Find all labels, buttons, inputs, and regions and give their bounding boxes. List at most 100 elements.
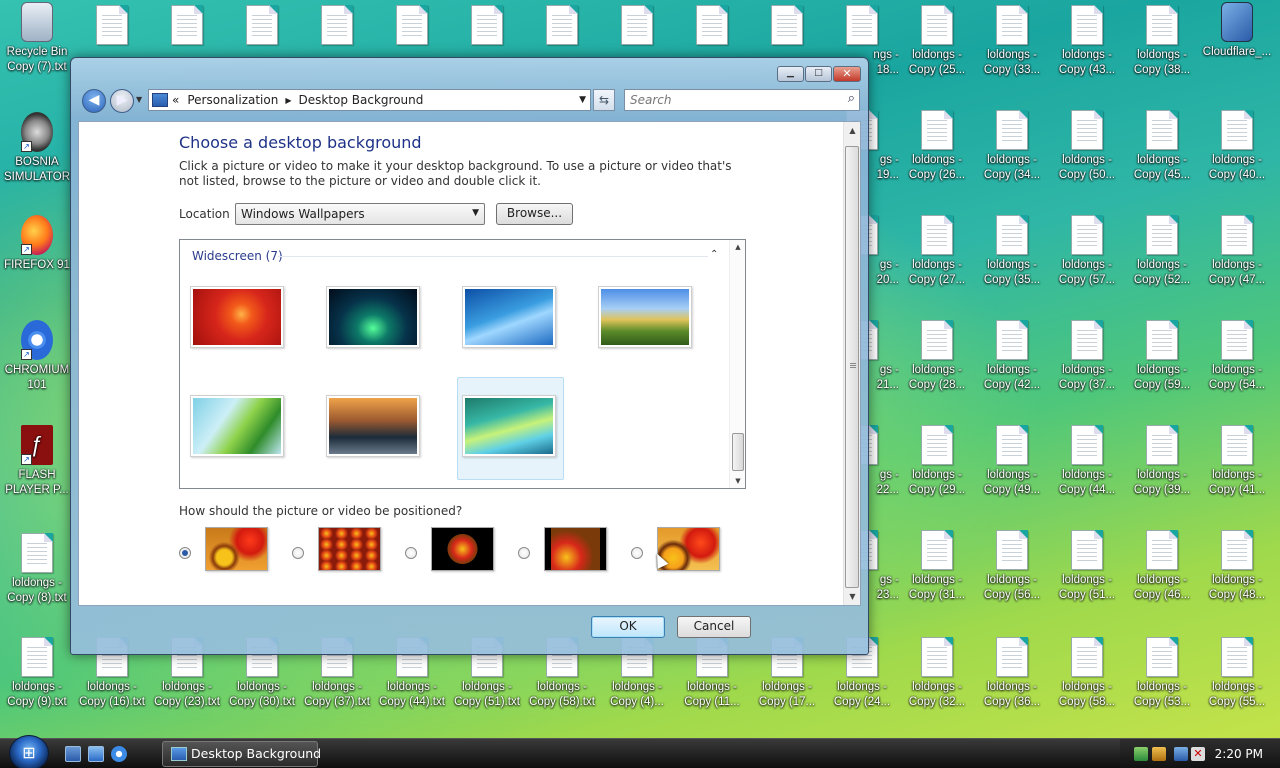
text-file-desktop-icon[interactable]: loldongs - Copy (25...	[900, 5, 974, 78]
text-file-desktop-icon[interactable]: loldongs - Copy (46...	[1125, 530, 1199, 603]
text-file-desktop-icon[interactable]: loldongs - Copy (8).txt	[0, 533, 74, 606]
text-file-desktop-icon[interactable]: loldongs - Copy (53...	[1125, 637, 1199, 710]
text-file-desktop-icon[interactable]: loldongs - Copy (34...	[975, 110, 1049, 183]
text-file-desktop-icon[interactable]: loldongs - Copy (32...	[900, 637, 974, 710]
firefox-desktop-icon[interactable]: ↗ FIREFOX 91	[0, 215, 74, 273]
wallpaper-vista-aurora[interactable]	[462, 395, 556, 457]
position-tile-preview[interactable]	[318, 527, 381, 571]
bosnia-simulator-desktop-icon[interactable]: ↗ BOSNIA SIMULATOR	[0, 112, 74, 185]
wallpaper-mountain-lake[interactable]	[326, 395, 420, 457]
text-file-desktop-icon[interactable]: loldongs - Copy (44...	[1050, 425, 1124, 498]
breadcrumb-personalization[interactable]: Personalization	[187, 93, 278, 107]
network-connection-icon[interactable]	[1174, 747, 1188, 761]
forward-button[interactable]: ▶	[110, 89, 134, 113]
collapse-group-icon[interactable]: ⌃	[710, 249, 718, 260]
wallpaper-palm-leaf[interactable]	[190, 395, 284, 457]
text-file-desktop-icon[interactable]: loldongs - Copy (38...	[1125, 5, 1199, 78]
text-file-desktop-icon[interactable]	[675, 5, 749, 48]
internet-explorer-icon[interactable]	[111, 746, 127, 762]
position-tile-radio[interactable]	[292, 547, 304, 559]
cancel-button[interactable]: Cancel	[677, 616, 751, 638]
switch-windows-icon[interactable]	[88, 746, 104, 762]
show-desktop-icon[interactable]	[65, 746, 81, 762]
text-file-desktop-icon[interactable]	[525, 5, 599, 48]
search-input[interactable]: Search ⌕	[624, 89, 860, 111]
text-file-desktop-icon[interactable]: loldongs - Copy (29...	[900, 425, 974, 498]
text-file-desktop-icon[interactable]: loldongs - Copy (49...	[975, 425, 1049, 498]
breadcrumb-desktop-background[interactable]: Desktop Background	[298, 93, 423, 107]
position-center-preview[interactable]	[431, 527, 494, 571]
wallpaper-aurora[interactable]	[326, 286, 420, 348]
text-file-desktop-icon[interactable]: loldongs - Copy (41...	[1200, 425, 1274, 498]
text-file-desktop-icon[interactable]: loldongs - Copy (54...	[1200, 320, 1274, 393]
content-scrollbar[interactable]: ▲ ▼	[843, 122, 860, 605]
text-file-desktop-icon[interactable]: loldongs - Copy (26...	[900, 110, 974, 183]
text-file-desktop-icon[interactable]: loldongs - Copy (39...	[1125, 425, 1199, 498]
text-file-desktop-icon[interactable]: loldongs - Copy (48...	[1200, 530, 1274, 603]
text-file-desktop-icon[interactable]: loldongs - Copy (51...	[1050, 530, 1124, 603]
position-fit-radio[interactable]	[518, 547, 530, 559]
text-file-desktop-icon[interactable]: loldongs - Copy (35...	[975, 215, 1049, 288]
text-file-desktop-icon[interactable]: loldongs - Copy (9).txt	[0, 637, 74, 710]
text-file-desktop-icon[interactable]: loldongs - Copy (55...	[1200, 637, 1274, 710]
back-button[interactable]: ◀	[82, 89, 106, 113]
refresh-button[interactable]: ⇆	[593, 89, 615, 111]
text-file-desktop-icon[interactable]	[225, 5, 299, 48]
wallpaper-red-flower[interactable]	[190, 286, 284, 348]
text-file-desktop-icon[interactable]: loldongs - Copy (56...	[975, 530, 1049, 603]
address-dropdown-icon[interactable]: ▼	[579, 95, 586, 105]
text-file-desktop-icon[interactable]	[450, 5, 524, 48]
position-fill-radio[interactable]	[179, 547, 191, 559]
text-file-desktop-icon[interactable]	[75, 5, 149, 48]
network-tray-icon[interactable]	[1134, 747, 1148, 761]
address-bar[interactable]: « Personalization ▶ Desktop Background ▼	[148, 89, 591, 111]
text-file-desktop-icon[interactable]: loldongs - Copy (37...	[1050, 320, 1124, 393]
position-fill-preview[interactable]	[205, 527, 268, 571]
text-file-desktop-icon[interactable]: loldongs - Copy (59...	[1125, 320, 1199, 393]
cloudflare-desktop-icon[interactable]: Cloudflare_...	[1200, 2, 1274, 60]
scroll-down-icon[interactable]: ▼	[844, 588, 861, 605]
text-file-desktop-icon[interactable]	[150, 5, 224, 48]
text-file-desktop-icon[interactable]: loldongs - Copy (47...	[1200, 215, 1274, 288]
gallery-scroll-thumb[interactable]	[732, 433, 744, 471]
wallpaper-fish[interactable]	[462, 286, 556, 348]
wallpaper-hills[interactable]	[598, 286, 692, 348]
text-file-desktop-icon[interactable]	[600, 5, 674, 48]
position-stretch-radio[interactable]	[631, 547, 643, 559]
text-file-desktop-icon[interactable]: loldongs - Copy (40...	[1200, 110, 1274, 183]
gallery-scrollbar[interactable]: ▲ ▼	[729, 240, 745, 488]
text-file-desktop-icon[interactable]: loldongs - Copy (31...	[900, 530, 974, 603]
close-button[interactable]: ✕	[833, 66, 861, 82]
text-file-desktop-icon[interactable]: loldongs - Copy (43...	[1050, 5, 1124, 78]
text-file-desktop-icon[interactable]	[300, 5, 374, 48]
text-file-desktop-icon[interactable]: loldongs - Copy (27...	[900, 215, 974, 288]
taskbar-button-desktop-background[interactable]: Desktop Background	[162, 741, 321, 767]
scroll-down-icon[interactable]: ▼	[730, 474, 745, 488]
recycle-bin-desktop-icon[interactable]: Recycle Bin Copy (7).txt	[0, 2, 74, 75]
text-file-desktop-icon[interactable]: loldongs - Copy (33...	[975, 5, 1049, 78]
text-file-desktop-icon[interactable]	[750, 5, 824, 48]
chromium-desktop-icon[interactable]: ↗ CHROMIUM 101	[0, 320, 74, 393]
text-file-desktop-icon[interactable]: loldongs - Copy (42...	[975, 320, 1049, 393]
scroll-up-icon[interactable]: ▲	[730, 240, 745, 254]
text-file-desktop-icon[interactable]: loldongs - Copy (45...	[1125, 110, 1199, 183]
text-file-desktop-icon[interactable]: loldongs - Copy (57...	[1050, 215, 1124, 288]
group-header-widescreen[interactable]: Widescreen (7)	[192, 249, 283, 263]
recent-pages-dropdown-icon[interactable]: ▼	[136, 95, 142, 104]
content-scroll-thumb[interactable]	[845, 146, 859, 588]
text-file-desktop-icon[interactable]: loldongs - Copy (36...	[975, 637, 1049, 710]
flash-player-desktop-icon[interactable]: ƒ ↗ FLASH PLAYER P...	[0, 425, 74, 498]
text-file-desktop-icon[interactable]: loldongs - Copy (28...	[900, 320, 974, 393]
position-center-radio[interactable]	[405, 547, 417, 559]
maximize-button[interactable]: □	[805, 66, 832, 82]
text-file-desktop-icon[interactable]: loldongs - Copy (50...	[1050, 110, 1124, 183]
minimize-button[interactable]: ▁	[777, 66, 804, 82]
breadcrumb-separator-icon[interactable]: ▶	[285, 96, 291, 105]
volume-muted-icon[interactable]: ✕	[1191, 747, 1205, 761]
text-file-desktop-icon[interactable]	[375, 5, 449, 48]
browse-button[interactable]: Browse...	[496, 203, 573, 225]
location-select[interactable]: Windows Wallpapers ▼	[235, 203, 485, 225]
system-clock[interactable]: 2:20 PM	[1215, 747, 1263, 761]
start-button[interactable]: ⊞	[9, 735, 49, 768]
scroll-up-icon[interactable]: ▲	[844, 122, 861, 139]
